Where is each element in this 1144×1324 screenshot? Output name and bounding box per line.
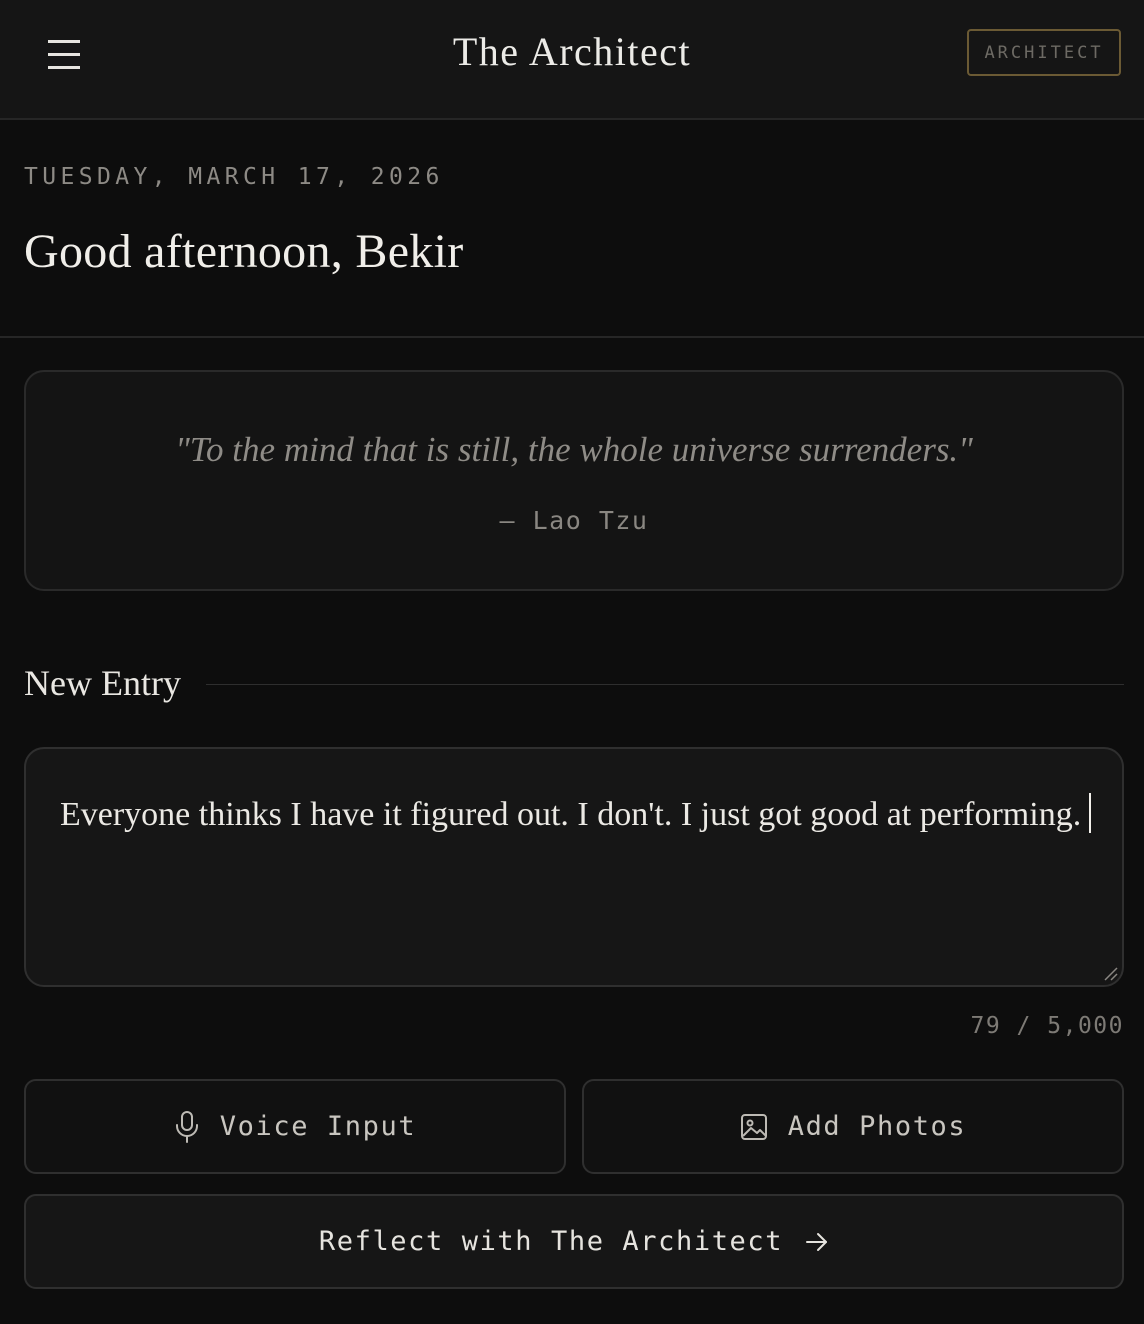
character-count: 79 / 5,000 (970, 1013, 1124, 1039)
add-photos-label: Add Photos (787, 1111, 967, 1142)
new-entry-heading: New Entry (24, 663, 181, 703)
quote-text: "To the mind that is still, the whole un… (175, 430, 973, 469)
resize-handle-icon[interactable] (1102, 965, 1118, 981)
architect-badge[interactable]: ARCHITECT (967, 29, 1121, 76)
text-cursor (1089, 793, 1092, 833)
section-divider (0, 336, 1144, 338)
image-icon (740, 1113, 768, 1141)
reflect-button[interactable]: Reflect with The Architect (24, 1194, 1124, 1289)
microphone-icon (174, 1110, 200, 1144)
quote-author: — Lao Tzu (499, 506, 649, 535)
arrow-right-icon (805, 1231, 829, 1253)
quote-card: "To the mind that is still, the whole un… (24, 370, 1124, 591)
top-bar: The Architect ARCHITECT (0, 0, 1144, 120)
current-date: TUESDAY, MARCH 17, 2026 (24, 164, 444, 190)
heading-rule (206, 684, 1124, 685)
reflect-label: Reflect with The Architect (318, 1226, 784, 1257)
entry-text-content: Everyone thinks I have it figured out. I… (60, 793, 1092, 834)
voice-input-label: Voice Input (219, 1111, 417, 1142)
voice-input-button[interactable]: Voice Input (24, 1079, 566, 1174)
entry-textarea[interactable]: Everyone thinks I have it figured out. I… (24, 747, 1124, 987)
entry-text-value: Everyone thinks I have it figured out. I… (60, 796, 1082, 833)
greeting-heading: Good afternoon, Bekir (24, 225, 464, 278)
add-photos-button[interactable]: Add Photos (582, 1079, 1124, 1174)
